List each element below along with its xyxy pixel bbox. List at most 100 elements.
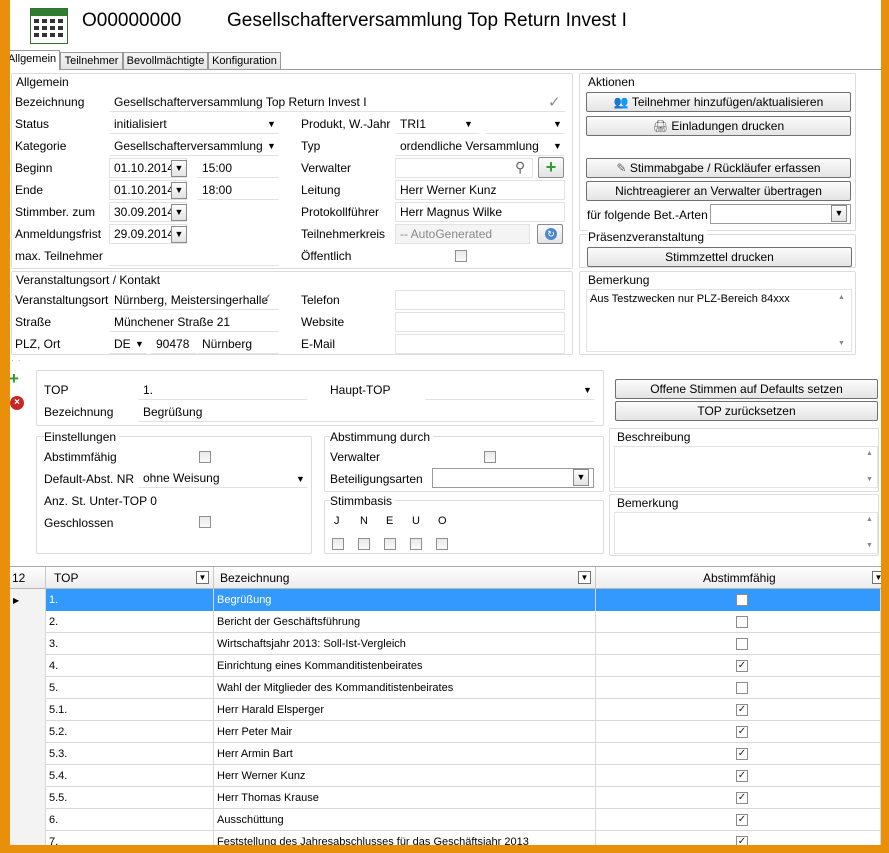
table-row[interactable]: 3. Wirtschaftsjahr 2013: Soll-Ist-Verglei… [10,633,881,655]
cell-top[interactable]: 5.4. [46,765,214,787]
delete-top-icon[interactable]: × [10,396,24,410]
abstimmfaehig-cell-checkbox[interactable]: ✓ [736,814,748,826]
status-select[interactable]: initialisiert [109,114,279,134]
cell-bezeichnung[interactable]: Herr Thomas Krause [214,787,596,809]
oeffentlich-checkbox[interactable] [455,250,467,262]
top-zuruecksetzen-button[interactable]: TOP zurücksetzen [615,401,878,421]
geschlossen-checkbox[interactable] [199,516,211,528]
bet-arten-dropdown-button[interactable]: ▼ [831,205,847,222]
row-indicator[interactable] [10,809,46,831]
table-row[interactable]: 7. Feststellung des Jahresabschlusses für… [10,831,881,845]
tab-bevollmaechtigte[interactable]: Bevollmächtigte [123,52,208,70]
abstimmfaehig-cell-checkbox[interactable]: ✓ [736,770,748,782]
stimmbasis-e-checkbox[interactable] [384,538,396,550]
row-indicator[interactable] [10,765,46,787]
cell-bezeichnung[interactable]: Herr Peter Mair [214,721,596,743]
row-indicator[interactable] [10,633,46,655]
kategorie-select[interactable]: Gesellschafterversammlung [109,136,279,156]
abstimmfaehig-cell-checkbox[interactable] [736,594,748,606]
row-indicator[interactable] [10,699,46,721]
abstimmfaehig-cell-checkbox[interactable]: ✓ [736,836,748,845]
column-header-abstimmfaehig[interactable]: Abstimmfähig ▼ [596,567,881,589]
abstimmfaehig-cell-checkbox[interactable]: ✓ [736,748,748,760]
table-row[interactable]: 5. Wahl der Mitglieder des Kommanditisten… [10,677,881,699]
table-row[interactable]: 5.5. Herr Thomas Krause ✓ [10,787,881,809]
tab-allgemein[interactable]: Allgemein [10,50,60,70]
beteiligungsarten-dropdown-button[interactable]: ▼ [573,469,589,486]
stimmbasis-n-checkbox[interactable] [358,538,370,550]
cell-top[interactable]: 5. [46,677,214,699]
table-row[interactable]: 4. Einrichtung eines Kommanditistenbeirat… [10,655,881,677]
offene-stimmen-button[interactable]: Offene Stimmen auf Defaults setzen [615,379,878,399]
website-field[interactable] [395,312,565,332]
verwalter-field[interactable] [395,158,533,178]
table-row[interactable]: 6. Ausschüttung ✓ [10,809,881,831]
strasse-field[interactable]: Münchener Straße 21 [109,312,279,332]
row-indicator[interactable] [10,743,46,765]
abstimmfaehig-cell-checkbox[interactable]: ✓ [736,792,748,804]
einladungen-drucken-button[interactable]: 🖨 Einladungen drucken [586,116,851,136]
ort-field[interactable]: Nürnberg [197,334,279,354]
row-indicator[interactable] [10,831,46,845]
top-field[interactable]: 1. [138,380,308,400]
default-abst-select[interactable]: ohne Weisung [138,468,308,488]
cell-top[interactable]: 4. [46,655,214,677]
cell-bezeichnung[interactable]: Herr Armin Bart [214,743,596,765]
cell-bezeichnung[interactable]: Feststellung des Jahresabschlusses für d… [214,831,596,845]
table-row[interactable]: 2. Bericht der Geschäftsführung [10,611,881,633]
scroll-down-icon[interactable]: ▼ [866,476,873,483]
abstimmfaehig-cell-checkbox[interactable] [736,682,748,694]
bemerkung-textarea[interactable]: Aus Testzwecken nur PLZ-Bereich 84xxx [586,289,852,352]
abstimmung-verwalter-checkbox[interactable] [484,451,496,463]
cell-top[interactable]: 2. [46,611,214,633]
filter-icon[interactable]: ▼ [578,571,591,584]
abstimmfaehig-cell-checkbox[interactable]: ✓ [736,704,748,716]
table-row[interactable]: 5.4. Herr Werner Kunz ✓ [10,765,881,787]
row-indicator[interactable] [10,721,46,743]
add-verwalter-button[interactable]: + [538,157,564,178]
scroll-up-icon[interactable]: ▲ [838,294,845,301]
filter-icon[interactable]: ▼ [872,571,881,584]
scroll-up-icon[interactable]: ▲ [866,450,873,457]
haupt-top-select[interactable] [425,380,595,400]
bezeichnung-field[interactable]: Gesellschafterversammlung Top Return Inv… [109,92,566,112]
cell-bezeichnung[interactable]: Herr Werner Kunz [214,765,596,787]
beginn-date-button[interactable]: ▼ [171,160,187,177]
stimmbasis-j-checkbox[interactable] [332,538,344,550]
abstimmfaehig-checkbox[interactable] [199,451,211,463]
typ-select[interactable]: ordendliche Versammlung [395,136,565,156]
cell-top[interactable]: 5.2. [46,721,214,743]
cell-bezeichnung[interactable]: Ausschüttung [214,809,596,831]
teilnehmer-hinzufuegen-button[interactable]: 👥 Teilnehmer hinzufügen/aktualisieren [586,92,851,112]
abstimmfaehig-cell-checkbox[interactable]: ✓ [736,660,748,672]
top-bezeichnung-field[interactable]: Begrüßung [138,402,595,422]
filter-icon[interactable]: ▼ [196,571,209,584]
table-row[interactable]: 5.2. Herr Peter Mair ✓ [10,721,881,743]
nichtreagierer-button[interactable]: Nichtreagierer an Verwalter übertragen [586,181,851,201]
stimmzettel-drucken-button[interactable]: Stimmzettel drucken [587,247,852,267]
stimmabgabe-button[interactable]: ✎ Stimmabgabe / Rückläufer erfassen [586,158,851,178]
table-row[interactable]: 5.1. Herr Harald Elsperger ✓ [10,699,881,721]
anmeldefrist-date-button[interactable]: ▼ [171,226,187,243]
stimmber-date-button[interactable]: ▼ [171,204,187,221]
table-row[interactable]: 5.3. Herr Armin Bart ✓ [10,743,881,765]
cell-top[interactable]: 5.1. [46,699,214,721]
top-bemerkung-textarea[interactable] [614,512,878,554]
beteiligungsarten-select[interactable] [432,468,594,488]
plz-field[interactable]: 90478 [151,334,197,354]
max-teilnehmer-field[interactable] [109,246,279,266]
cell-top[interactable]: 5.5. [46,787,214,809]
beginn-time-field[interactable]: 15:00 [197,158,279,178]
cell-top[interactable]: 7. [46,831,214,845]
abstimmfaehig-cell-checkbox[interactable]: ✓ [736,726,748,738]
table-row[interactable]: ▶ 1. Begrüßung [10,589,881,611]
search-icon[interactable]: ⚲ [515,159,525,176]
teilnehmerkreis-field[interactable]: -- AutoGenerated [395,224,530,244]
beschreibung-textarea[interactable] [614,446,878,488]
cell-bezeichnung[interactable]: Einrichtung eines Kommanditistenbeirates [214,655,596,677]
ende-date-button[interactable]: ▼ [171,182,187,199]
column-header-bezeichnung[interactable]: Bezeichnung ▼ [214,567,596,589]
cell-top[interactable]: 6. [46,809,214,831]
row-indicator[interactable] [10,787,46,809]
scroll-up-icon[interactable]: ▲ [866,516,873,523]
